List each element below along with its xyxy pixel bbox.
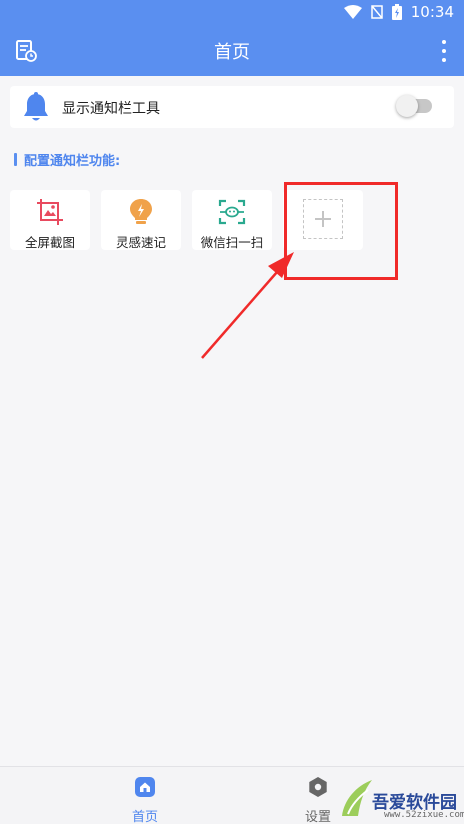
nav-home[interactable]: 首页 [105, 777, 185, 824]
home-icon [135, 777, 155, 797]
annotation-arrow-icon [201, 252, 294, 359]
site-watermark: 吾爱软件园 www.52zixue.com [338, 766, 464, 824]
settings-icon [309, 777, 327, 797]
nav-home-label: 首页 [131, 810, 158, 824]
watermark-logo-icon [342, 780, 372, 816]
watermark-url: www.52zixue.com [384, 810, 464, 820]
